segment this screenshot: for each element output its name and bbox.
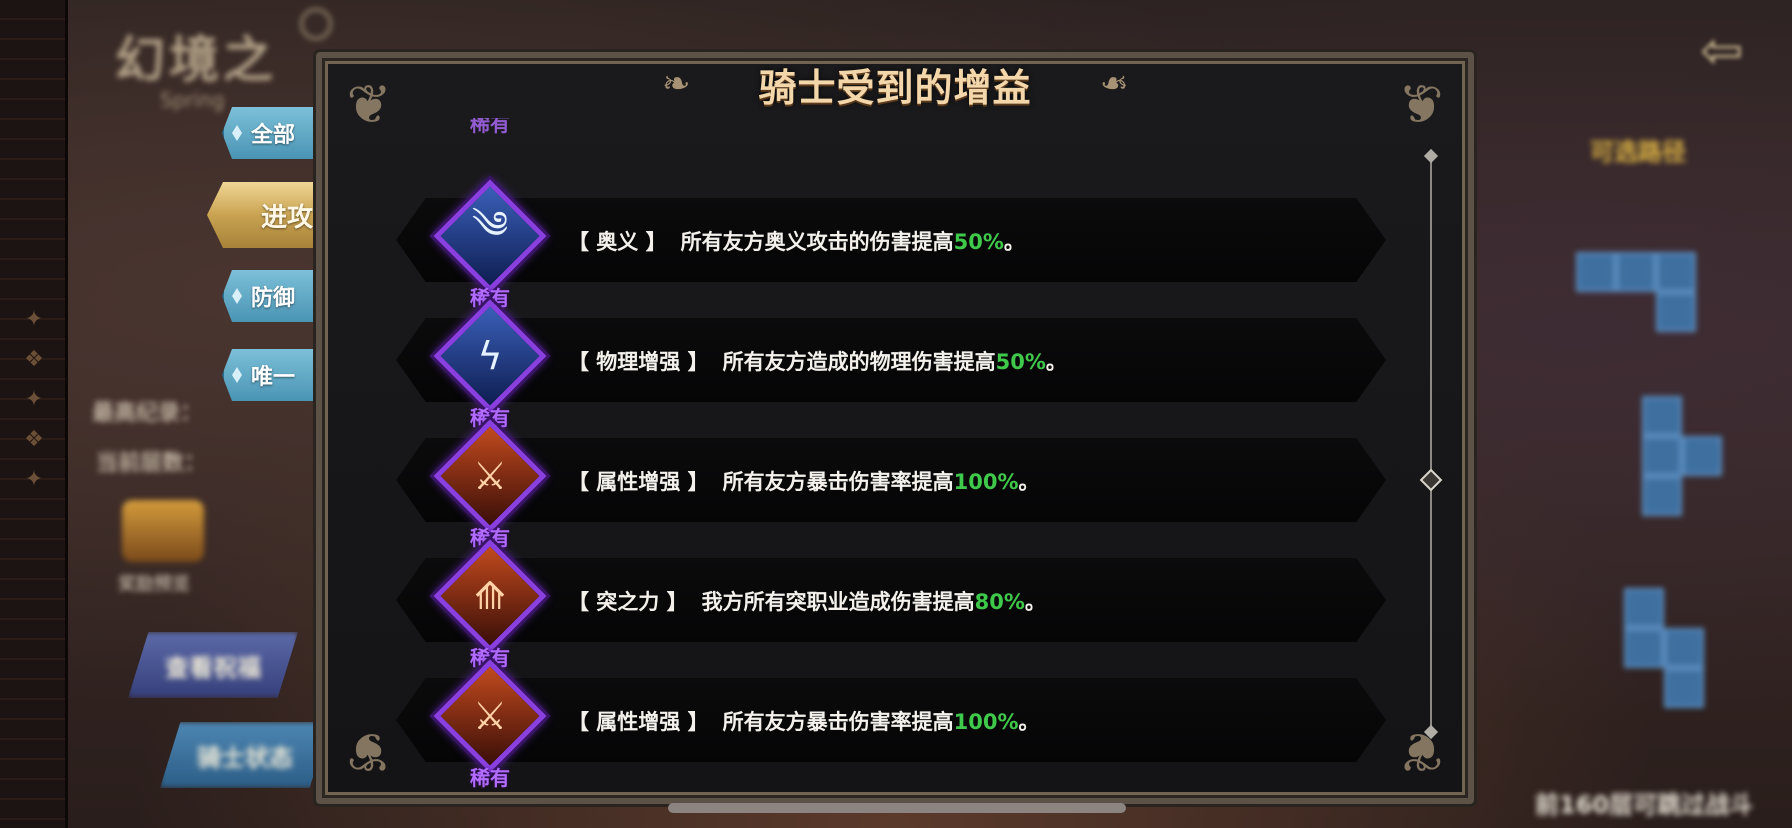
buff-suffix: 。 (1045, 350, 1067, 374)
buff-name: 【 属性增强 】 (568, 710, 709, 734)
route-block (1624, 588, 1664, 628)
buff-name: 【 属性增强 】 (568, 470, 709, 494)
panel-title: 骑士受到的增益 (758, 65, 1032, 110)
buff-suffix: 。 (1018, 470, 1040, 494)
route-block (1624, 628, 1664, 668)
buff-value: 50% (953, 230, 1004, 254)
buff-description: 【 突之力 】我方所有突职业造成伤害提高80%。 (568, 586, 1046, 616)
route-block (1642, 476, 1682, 516)
buff-effect: 所有友方造成的物理伤害提高 (722, 350, 996, 374)
buff-value: 100% (953, 710, 1019, 734)
skip-battle-note: 前160层可跳过战斗 (1535, 791, 1754, 819)
lightning-strike-icon: ϟ (433, 299, 547, 413)
buff-value: 80% (974, 590, 1025, 614)
buff-panel: ❦ ❦ ❦ ❦ ❧ 骑士受到的增益 ❧ 稀有 ༄ 稀有 【 奥义 】所有友方奥义… (316, 52, 1474, 804)
flaming-sword-icon: ⚔ (433, 419, 547, 533)
title-flourish-icon: ❧ (1099, 64, 1129, 104)
route-block (1664, 628, 1704, 668)
scrollbar[interactable] (1419, 148, 1443, 740)
flaming-sword-icon: ⚔ (433, 659, 547, 773)
buff-description: 【 属性增强 】所有友方暴击伤害率提高100%。 (568, 466, 1040, 496)
buff-name: 【 物理增强 】 (568, 350, 709, 374)
buff-effect: 我方所有突职业造成伤害提高 (701, 590, 975, 614)
buff-suffix: 。 (1018, 710, 1040, 734)
buff-value: 50% (995, 350, 1046, 374)
buff-description: 【 物理增强 】所有友方造成的物理伤害提高50%。 (568, 346, 1067, 376)
buff-icon-frame: ⟰ 稀有 (433, 539, 547, 670)
buff-effect: 所有友方奥义攻击的伤害提高 (680, 230, 954, 254)
wind-slash-icon: ༄ (433, 179, 547, 293)
buff-suffix: 。 (1003, 230, 1025, 254)
buff-row: ⚔ 稀有 【 属性增强 】所有友方暴击伤害率提高100%。 (396, 648, 1396, 790)
tab-all[interactable]: 全部 (222, 107, 322, 159)
route-block (1656, 252, 1696, 292)
buff-icon-frame: ϟ 稀有 (433, 299, 547, 430)
buff-effect: 所有友方暴击伤害率提高 (722, 710, 954, 734)
rarity-label: 稀有 (470, 118, 510, 136)
buff-value: 100% (953, 470, 1019, 494)
buff-row: ༄ 稀有 【 奥义 】所有友方奥义攻击的伤害提高50%。 (396, 168, 1396, 310)
route-block (1682, 436, 1722, 476)
route-block (1656, 292, 1696, 332)
rarity-label: 稀有 (470, 766, 510, 790)
buff-list[interactable]: 稀有 ༄ 稀有 【 奥义 】所有友方奥义攻击的伤害提高50%。 ϟ 稀有 【 物… (396, 118, 1396, 790)
buff-effect: 所有友方暴击伤害率提高 (722, 470, 954, 494)
buff-row: ϟ 稀有 【 物理增强 】所有友方造成的物理伤害提高50%。 (396, 288, 1396, 430)
buff-icon-frame: ⚔ 稀有 (433, 659, 547, 790)
buff-description: 【 属性增强 】所有友方暴击伤害率提高100%。 (568, 706, 1040, 736)
buff-icon-frame: ⚔ 稀有 (433, 419, 547, 550)
buff-name: 【 奥义 】 (568, 230, 667, 254)
route-block (1664, 668, 1704, 708)
route-block (1576, 252, 1616, 292)
lance-icon: ⟰ (433, 539, 547, 653)
tab-defense[interactable]: 防御 (222, 270, 322, 322)
scroll-up-icon (1423, 148, 1439, 164)
buff-row: ⟰ 稀有 【 突之力 】我方所有突职业造成伤害提高80%。 (396, 528, 1396, 670)
route-block (1642, 436, 1682, 476)
buff-description: 【 奥义 】所有友方奥义攻击的伤害提高50%。 (568, 226, 1025, 256)
buff-suffix: 。 (1024, 590, 1046, 614)
title-plate: ❧ 骑士受到的增益 ❧ (662, 54, 1128, 114)
buff-icon-frame: ༄ 稀有 (433, 179, 547, 310)
home-indicator[interactable] (668, 803, 1126, 813)
title-flourish-icon: ❧ (662, 64, 691, 104)
buff-name: 【 突之力 】 (568, 590, 688, 614)
scroll-thumb[interactable] (1419, 468, 1443, 492)
route-block (1616, 252, 1656, 292)
route-block (1642, 396, 1682, 436)
tab-unique[interactable]: 唯一 (222, 349, 322, 401)
buff-row: ⚔ 稀有 【 属性增强 】所有友方暴击伤害率提高100%。 (396, 408, 1396, 550)
